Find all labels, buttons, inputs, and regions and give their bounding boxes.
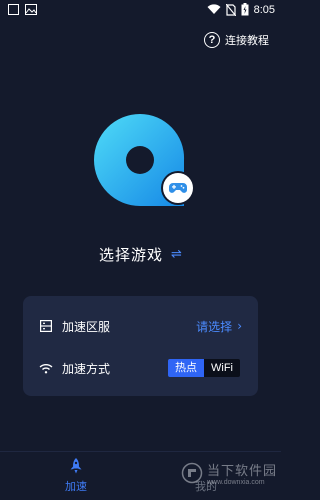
watermark: 当下软件园 www.downxia.com [181,460,277,486]
status-time: 8:05 [253,3,275,16]
status-left-icons [8,4,37,15]
image-icon [25,4,37,15]
status-right-icons: 8:05 [207,3,275,16]
acceleration-settings-card: 加速区服 请选择 › 加速方式 热点 WiFi [23,296,258,396]
mode-option-hotspot[interactable]: 热点 [168,359,204,377]
region-row[interactable]: 加速区服 请选择 › [23,308,258,344]
mode-label: 加速方式 [62,361,111,376]
mode-option-wifi[interactable]: WiFi [204,359,240,377]
region-value: 请选择 [196,319,233,334]
watermark-url: www.downxia.com [206,479,265,486]
swap-icon: ⇌ [171,247,182,262]
region-label: 加速区服 [62,319,111,334]
bottom-nav-divider [0,451,281,452]
status-bar: 8:05 [0,0,281,20]
watermark-main-text: 当下软件园 [206,464,277,479]
tab-speedup[interactable]: 加速 [56,458,96,494]
no-sim-icon [225,3,236,16]
wifi-signal-icon [207,4,221,14]
rocket-icon [70,458,82,474]
wifi-icon [39,361,53,375]
gamepad-icon [169,183,187,193]
connection-tutorial-link[interactable]: ? 连接教程 [204,32,269,48]
mode-row: 加速方式 热点 WiFi [23,350,258,386]
server-list-icon [39,319,53,333]
watermark-logo-icon [181,462,203,484]
question-mark-icon: ? [204,32,220,48]
tab-speedup-label: 加速 [65,480,87,493]
select-game-button[interactable]: 选择游戏 ⇌ [0,244,281,265]
connection-tutorial-label: 连接教程 [225,34,269,47]
notification-box-icon [8,4,19,15]
chevron-right-icon: › [237,319,242,333]
select-game-label: 选择游戏 [99,246,164,264]
region-select[interactable]: 请选择 › [196,318,242,335]
battery-icon [241,3,249,16]
game-controller-badge [163,173,193,203]
mode-toggle: 热点 WiFi [168,359,240,377]
